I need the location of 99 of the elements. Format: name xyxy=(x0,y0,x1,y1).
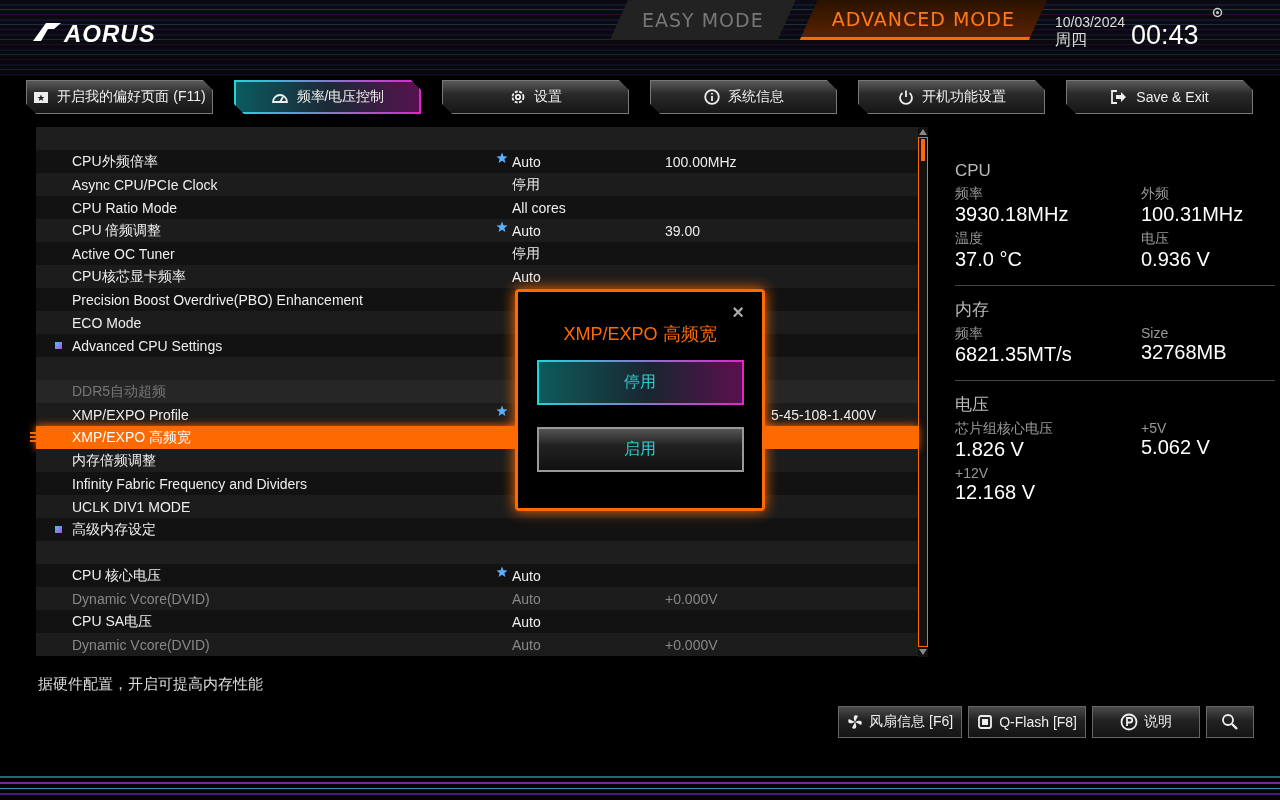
setting-value[interactable]: Auto xyxy=(512,153,665,170)
setting-value[interactable]: All cores xyxy=(512,199,665,216)
info-icon xyxy=(703,89,720,105)
reading-label: 频率 xyxy=(955,325,984,343)
setting-label: 内存倍频调整 xyxy=(72,451,157,470)
setting-label: ECO Mode xyxy=(72,314,143,331)
setting-detail: 100.00MHz xyxy=(665,153,737,170)
help-icon xyxy=(1120,713,1138,731)
setting-label: CPU外频倍率 xyxy=(72,152,159,171)
setting-label: Async CPU/PCIe Clock xyxy=(72,176,219,193)
setting-row[interactable]: CPU核芯显卡频率 Auto xyxy=(36,265,918,288)
setting-row[interactable]: Async CPU/PCIe Clock 停用 xyxy=(36,173,918,196)
setting-label: CPU核芯显卡频率 xyxy=(72,267,187,286)
setting-row[interactable]: CPU外频倍率 Auto 100.00MHz xyxy=(36,150,918,173)
weekday-text: 周四 xyxy=(1054,30,1088,50)
reading-label: 温度 xyxy=(955,230,984,248)
search-icon xyxy=(1221,713,1239,731)
setting-value[interactable]: Auto xyxy=(512,613,665,630)
help-text: 据硬件配置，开启可提高内存性能 xyxy=(38,675,264,694)
reading-label: 电压 xyxy=(1141,230,1170,248)
power-icon xyxy=(897,89,914,105)
setting-label: XMP/EXPO Profile xyxy=(72,406,190,423)
nav-tab[interactable]: 开启我的偏好页面 (F11) xyxy=(26,80,213,114)
submenu-label[interactable]: 高级内存设定 xyxy=(72,520,496,539)
fan-icon xyxy=(847,714,864,730)
reading-value: 32768MB xyxy=(1141,341,1228,364)
setting-detail: 39.00 xyxy=(665,222,701,239)
search-button[interactable] xyxy=(1206,706,1254,738)
toolbar-button[interactable]: 风扇信息 [F6] xyxy=(838,706,963,738)
setting-detail: 5-45-108-1.400V xyxy=(771,406,877,423)
setting-value[interactable]: Auto xyxy=(512,268,665,285)
setting-label: CPU Ratio Mode xyxy=(72,199,179,216)
reading-label: 频率 xyxy=(955,185,984,203)
scrollbar-thumb[interactable] xyxy=(921,139,925,161)
setting-row[interactable]: CPU Ratio Mode All cores xyxy=(36,196,918,219)
setting-value[interactable]: 停用 xyxy=(512,175,665,194)
nav-tab[interactable]: 开机功能设置 xyxy=(858,80,1045,114)
exit-icon xyxy=(1110,89,1129,105)
setting-row[interactable]: CPU 倍频调整 Auto 39.00 xyxy=(36,219,918,242)
section-title: 电压 xyxy=(955,394,990,416)
setting-label: CPU 倍频调整 xyxy=(72,221,163,240)
option-button[interactable]: 启用 xyxy=(536,427,744,472)
nav-tab[interactable]: 系统信息 xyxy=(650,80,837,114)
setting-value[interactable]: Auto xyxy=(512,567,665,584)
section-title: 内存 xyxy=(955,299,990,321)
star-folder-icon xyxy=(33,90,50,104)
nav-tab[interactable]: 设置 xyxy=(442,80,629,114)
brand-logo: AORUS xyxy=(64,20,156,48)
setting-value[interactable]: Auto xyxy=(512,222,665,239)
nav-tab[interactable]: Save & Exit xyxy=(1066,80,1253,114)
reading-label: 外频 xyxy=(1141,185,1170,203)
reading-value: 3930.18MHz xyxy=(955,203,1070,226)
reading-label: +12V xyxy=(955,465,990,481)
setting-label: Dynamic Vcore(DVID) xyxy=(72,636,211,653)
clock-time: 00:43 xyxy=(1131,20,1199,51)
reading-value: 5.062 V xyxy=(1141,436,1211,459)
setting-row[interactable]: CPU SA电压 Auto xyxy=(36,610,918,633)
setting-label: Infinity Fabric Frequency and Dividers xyxy=(72,475,308,492)
settings-icon xyxy=(509,89,526,105)
mode-tab[interactable]: EASY MODE xyxy=(610,0,796,40)
nav-tab[interactable]: 频率/电压控制 xyxy=(234,80,421,114)
bullet-icon xyxy=(55,526,62,533)
option-button[interactable]: 停用 xyxy=(536,360,744,405)
toolbar-button[interactable]: 说明 xyxy=(1092,706,1200,738)
reading-value: 12.168 V xyxy=(955,481,1037,504)
scrollbar[interactable] xyxy=(918,127,928,657)
reading-label: 芯片组核心电压 xyxy=(955,420,1054,438)
submenu-row[interactable]: 高级内存设定 xyxy=(36,518,918,541)
setting-label: CPU SA电压 xyxy=(72,612,154,631)
submenu-label[interactable]: Advanced CPU Settings xyxy=(72,337,496,354)
reading-value: 0.936 V xyxy=(1141,248,1211,271)
scroll-up-icon[interactable] xyxy=(918,127,928,137)
setting-label: Active OC Tuner xyxy=(72,245,176,262)
setting-detail: +0.000V xyxy=(665,590,718,607)
reading-value: 6821.35MT/s xyxy=(955,343,1073,366)
reading-value: 37.0 °C xyxy=(955,248,1023,271)
scroll-down-icon[interactable] xyxy=(918,647,928,657)
reading-label: +5V xyxy=(1141,420,1168,436)
reading-value: 1.826 V xyxy=(955,438,1025,461)
section-title: CPU xyxy=(955,161,992,181)
setting-row[interactable]: Active OC Tuner 停用 xyxy=(36,242,918,265)
date-text: 10/03/2024 xyxy=(1054,14,1125,30)
chip-icon xyxy=(977,714,994,730)
bullet-icon xyxy=(55,342,62,349)
setting-label: XMP/EXPO 高频宽 xyxy=(72,428,193,447)
setting-label: CPU 核心电压 xyxy=(72,566,163,585)
gauge-icon xyxy=(270,91,289,103)
setting-value[interactable]: 停用 xyxy=(512,244,665,263)
mode-tab[interactable]: ADVANCED MODE xyxy=(799,0,1047,40)
setting-label: Dynamic Vcore(DVID) xyxy=(72,590,211,607)
reading-value: 100.31MHz xyxy=(1141,203,1245,226)
reading-label: Size xyxy=(1141,325,1170,341)
setting-detail: +0.000V xyxy=(665,636,718,653)
settings-icon xyxy=(1211,7,1223,18)
setting-label: UCLK DIV1 MODE xyxy=(72,498,192,515)
setting-label: Precision Boost Overdrive(PBO) Enhancement xyxy=(72,291,364,308)
section-label: DDR5自动超频 xyxy=(72,382,168,401)
toolbar-button[interactable]: Q-Flash [F8] xyxy=(968,706,1086,738)
setting-row[interactable]: CPU 核心电压 Auto xyxy=(36,564,918,587)
